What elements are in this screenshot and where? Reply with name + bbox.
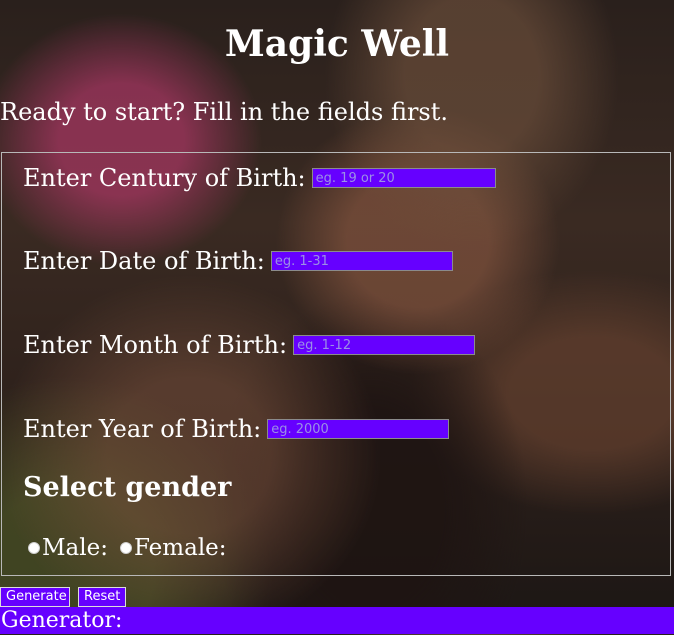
page-title: Magic Well bbox=[224, 23, 450, 65]
month-label: Enter Month of Birth: bbox=[23, 331, 288, 359]
birth-details-form: Enter Century of Birth: Enter Date of Bi… bbox=[1, 152, 671, 576]
male-radio[interactable] bbox=[28, 542, 40, 554]
reset-button[interactable]: Reset bbox=[78, 587, 126, 607]
date-field-row: Enter Date of Birth: bbox=[23, 246, 453, 276]
male-label: Male: bbox=[42, 535, 108, 561]
century-input[interactable] bbox=[311, 168, 496, 188]
female-label: Female: bbox=[133, 535, 227, 561]
century-label: Enter Century of Birth: bbox=[23, 164, 306, 192]
month-field-row: Enter Month of Birth: bbox=[23, 330, 476, 360]
page-subtitle: Ready to start? Fill in the fields first… bbox=[0, 98, 449, 126]
generator-label: Generator: bbox=[1, 608, 123, 633]
generate-button[interactable]: Generate bbox=[0, 587, 70, 607]
year-input[interactable] bbox=[267, 419, 450, 439]
action-buttons: Generate Reset bbox=[0, 587, 126, 607]
gender-heading: Select gender bbox=[23, 472, 232, 503]
date-label: Enter Date of Birth: bbox=[23, 247, 265, 275]
year-field-row: Enter Year of Birth: bbox=[23, 414, 450, 444]
date-input[interactable] bbox=[270, 251, 453, 271]
month-input[interactable] bbox=[293, 335, 476, 355]
female-radio[interactable] bbox=[119, 542, 132, 554]
generator-output: Generator: bbox=[0, 607, 674, 634]
gender-options: Male: Female: bbox=[28, 533, 227, 563]
century-field-row: Enter Century of Birth: bbox=[23, 163, 496, 193]
year-label: Enter Year of Birth: bbox=[23, 415, 262, 443]
